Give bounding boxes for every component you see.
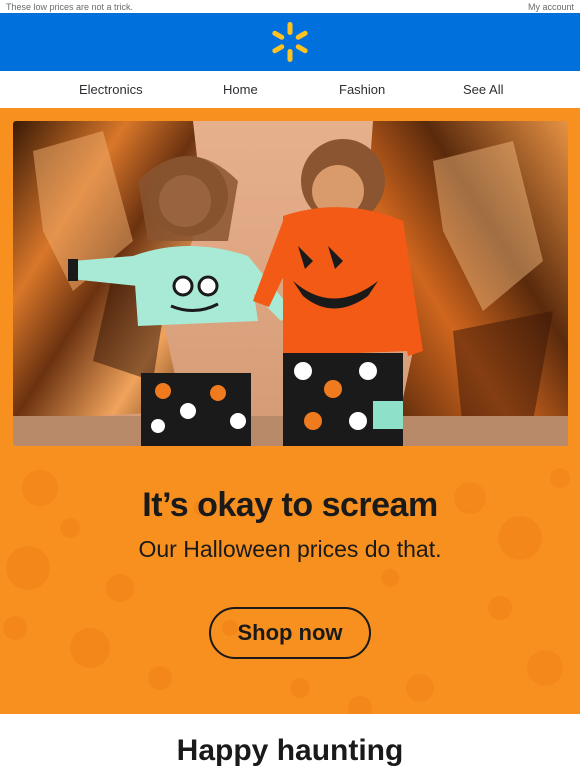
photo-illustration [13, 121, 568, 446]
nav-item-see-all[interactable]: See All [463, 82, 503, 97]
category-nav: Electronics Home Fashion See All [0, 71, 580, 108]
brand-header [0, 13, 580, 71]
section-title: Happy haunting [176, 734, 404, 767]
hero-headline: It’s okay to scream [142, 486, 438, 524]
hero-subline: Our Halloween prices do that. [138, 536, 442, 562]
nav-item-home[interactable]: Home [223, 82, 258, 97]
nav-item-electronics[interactable]: Electronics [79, 82, 143, 97]
halloween-kids-photo[interactable] [13, 121, 568, 446]
preheader-text: These low prices are not a trick. [6, 2, 134, 12]
my-account-link[interactable]: My account [528, 2, 574, 12]
preheader: These low prices are not a trick. My acc… [0, 0, 580, 13]
spark-icon[interactable] [272, 21, 308, 63]
hero-banner: It’s okay to scream Our Halloween prices… [0, 108, 580, 714]
nav-item-fashion[interactable]: Fashion [339, 82, 385, 97]
shop-now-button[interactable]: Shop now [209, 607, 371, 659]
